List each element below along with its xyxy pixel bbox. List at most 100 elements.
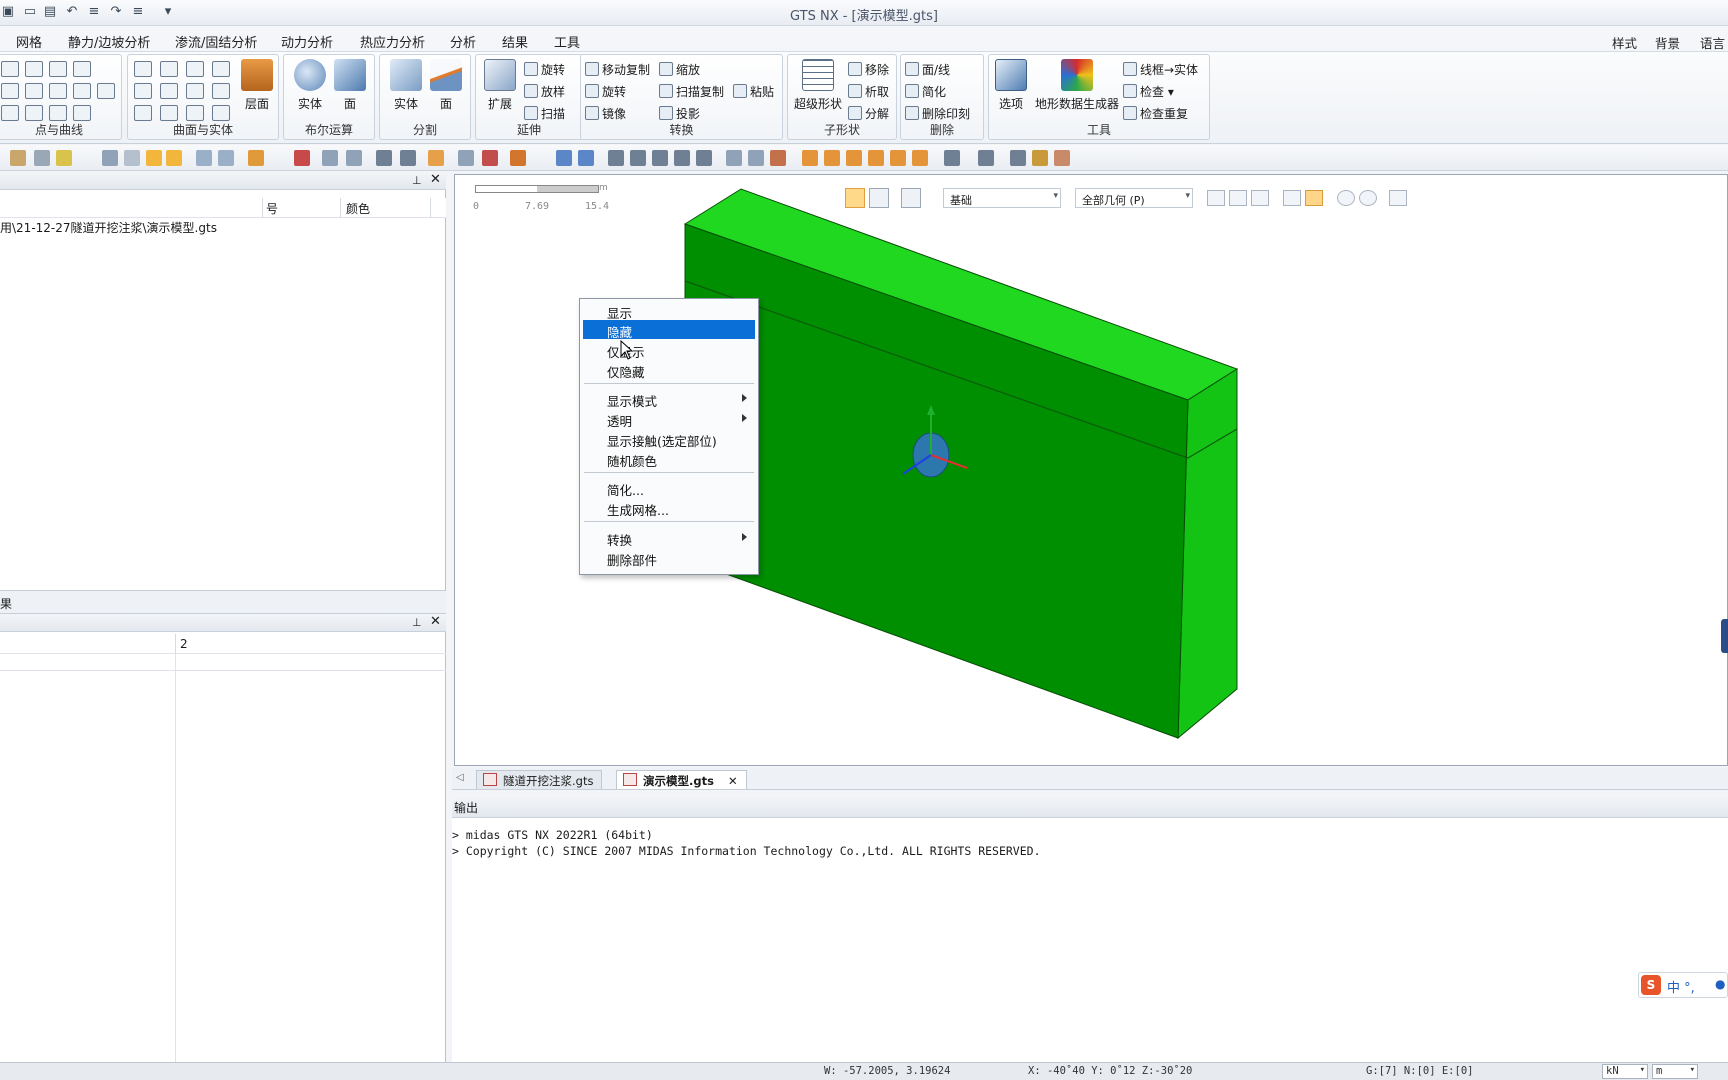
distance-icon[interactable] [458, 150, 474, 166]
trim-tool-icon[interactable] [49, 83, 67, 99]
loft-surface-icon[interactable] [212, 61, 230, 77]
delete-imprint-button[interactable]: 删除印刻 [905, 105, 970, 122]
move-copy-button[interactable]: 移动复制 [585, 61, 650, 78]
view-cube-icon[interactable] [1721, 619, 1728, 653]
menu-item-random-color[interactable]: 随机颜色 [583, 449, 755, 469]
rectangle-tool-icon[interactable] [49, 105, 67, 121]
menu-item-generate-mesh[interactable]: 生成网格... [583, 498, 755, 518]
measure-icon[interactable] [510, 150, 526, 166]
tab-demo-model[interactable]: 演示模型.gts ✕ [616, 770, 747, 789]
microphone-icon[interactable]: ● [1715, 977, 1725, 991]
break-curve-icon[interactable] [73, 83, 91, 99]
cylinder-icon[interactable] [134, 61, 152, 77]
sweep-copy-button[interactable]: 扫描复制 [659, 83, 724, 100]
iso-view-icon[interactable] [944, 150, 960, 166]
workplane-icon[interactable] [124, 150, 140, 166]
wedge-icon[interactable] [212, 83, 230, 99]
zoom-icon[interactable] [608, 150, 624, 166]
menu-item-transparent[interactable]: 透明 [583, 409, 755, 429]
terrain-generator-button[interactable]: 地形数据生成器 [1033, 59, 1121, 112]
boolean-face-button[interactable]: 面 [332, 59, 368, 112]
menu-item-convert[interactable]: 转换 [583, 528, 755, 548]
menu-item-show-contact[interactable]: 显示接触(选定部位) [583, 429, 755, 449]
menu-dynamic-analysis[interactable]: 动力分析 [281, 32, 333, 51]
dashed-line-icon[interactable] [25, 83, 43, 99]
node-number-icon[interactable] [376, 150, 392, 166]
close-tab-icon[interactable]: ✕ [728, 774, 738, 788]
boolean-solid-button[interactable]: 实体 [292, 59, 328, 112]
view-top-icon[interactable] [890, 150, 906, 166]
mesh-surface-icon[interactable] [212, 105, 230, 121]
pick-curve-icon[interactable] [346, 150, 362, 166]
simplify-button[interactable]: 简化 [905, 83, 946, 100]
axis-icon[interactable] [748, 150, 764, 166]
options-button[interactable]: 选项 [993, 59, 1029, 112]
tab-scroll-left-icon[interactable]: ◁ [456, 772, 464, 783]
angle-icon[interactable] [482, 150, 498, 166]
zoom-window-icon[interactable] [578, 150, 594, 166]
box-icon[interactable] [160, 61, 178, 77]
zoom-fit-icon[interactable] [556, 150, 572, 166]
split-solid-button[interactable]: 实体 [388, 59, 424, 112]
wireframe-icon[interactable] [1010, 150, 1026, 166]
view-right-icon[interactable] [868, 150, 884, 166]
extract-button[interactable]: 析取 [848, 83, 889, 100]
axis-2-icon[interactable] [770, 150, 786, 166]
split-face-button[interactable]: 面 [428, 59, 464, 112]
pyramid-icon[interactable] [186, 105, 204, 121]
close-icon[interactable]: ✕ [430, 614, 441, 629]
rotate-view-2-icon[interactable] [674, 150, 690, 166]
menu-analysis[interactable]: 分析 [450, 32, 476, 51]
menu-seepage-consolidation[interactable]: 渗流/固结分析 [175, 32, 257, 51]
menu-item-hide-only[interactable]: 仅隐藏 [583, 360, 755, 380]
ime-toolbar[interactable]: S 中 °, ● [1638, 972, 1728, 998]
prism-icon[interactable] [186, 83, 204, 99]
fillet-tool-icon[interactable] [25, 105, 43, 121]
results-tab-label[interactable]: 果 [0, 595, 12, 612]
menu-item-show-only[interactable]: 仅显示 [583, 340, 755, 360]
project-curve-icon[interactable] [73, 105, 91, 121]
pick-point-icon[interactable] [322, 150, 338, 166]
filter-icon[interactable] [10, 150, 26, 166]
arc-tool-icon[interactable] [1, 83, 19, 99]
menu-background[interactable]: 背景 [1655, 33, 1680, 52]
check-button[interactable]: 检查 ▾ [1123, 83, 1174, 100]
pin-icon[interactable]: ⊥ [412, 174, 422, 187]
wireframe-to-solid-button[interactable]: 线框→实体 [1123, 61, 1198, 78]
paste-button[interactable]: 粘贴 [733, 83, 774, 100]
shaded-edges-icon[interactable] [1032, 150, 1048, 166]
remove-button[interactable]: 移除 [848, 61, 889, 78]
menu-style[interactable]: 样式 [1612, 33, 1637, 52]
project-button[interactable]: 投影 [659, 105, 700, 122]
grid-icon[interactable] [102, 150, 118, 166]
sweep-button[interactable]: 扫描 [524, 105, 565, 122]
face-line-button[interactable]: 面/线 [905, 61, 950, 78]
intersect-tool-icon[interactable] [49, 61, 67, 77]
plane-icon[interactable] [186, 61, 204, 77]
query-icon[interactable] [428, 150, 444, 166]
mirror-button[interactable]: 镜像 [585, 105, 626, 122]
view-bottom-icon[interactable] [912, 150, 928, 166]
circle-tool-icon[interactable] [1, 105, 19, 121]
menu-item-simplify[interactable]: 简化... [583, 478, 755, 498]
view-front-icon[interactable] [802, 150, 818, 166]
model-icon[interactable] [294, 150, 310, 166]
tab-tunnel-model[interactable]: 隧道开挖注浆.gts [476, 770, 603, 789]
layer-surface-button[interactable]: 层面 [238, 59, 276, 112]
ucs-move-icon[interactable] [218, 150, 234, 166]
loft-button[interactable]: 放样 [524, 83, 565, 100]
extend-curve-icon[interactable] [73, 61, 91, 77]
ucs-icon[interactable] [196, 150, 212, 166]
menu-results[interactable]: 结果 [502, 32, 528, 51]
length-unit-dropdown[interactable]: m ▾ [1652, 1064, 1698, 1079]
menu-mesh[interactable]: 网格 [16, 32, 42, 51]
cube-icon[interactable] [134, 105, 152, 121]
menu-thermal-stress[interactable]: 热应力分析 [360, 32, 425, 51]
check-duplicate-button[interactable]: 检查重复 [1123, 105, 1188, 122]
force-unit-dropdown[interactable]: kN ▾ [1602, 1064, 1648, 1079]
torus-icon[interactable] [160, 105, 178, 121]
pin-icon[interactable]: ⊥ [412, 616, 422, 629]
view-back-icon[interactable] [824, 150, 840, 166]
close-icon[interactable]: ✕ [430, 172, 441, 187]
selection-mode-icon[interactable] [34, 150, 50, 166]
